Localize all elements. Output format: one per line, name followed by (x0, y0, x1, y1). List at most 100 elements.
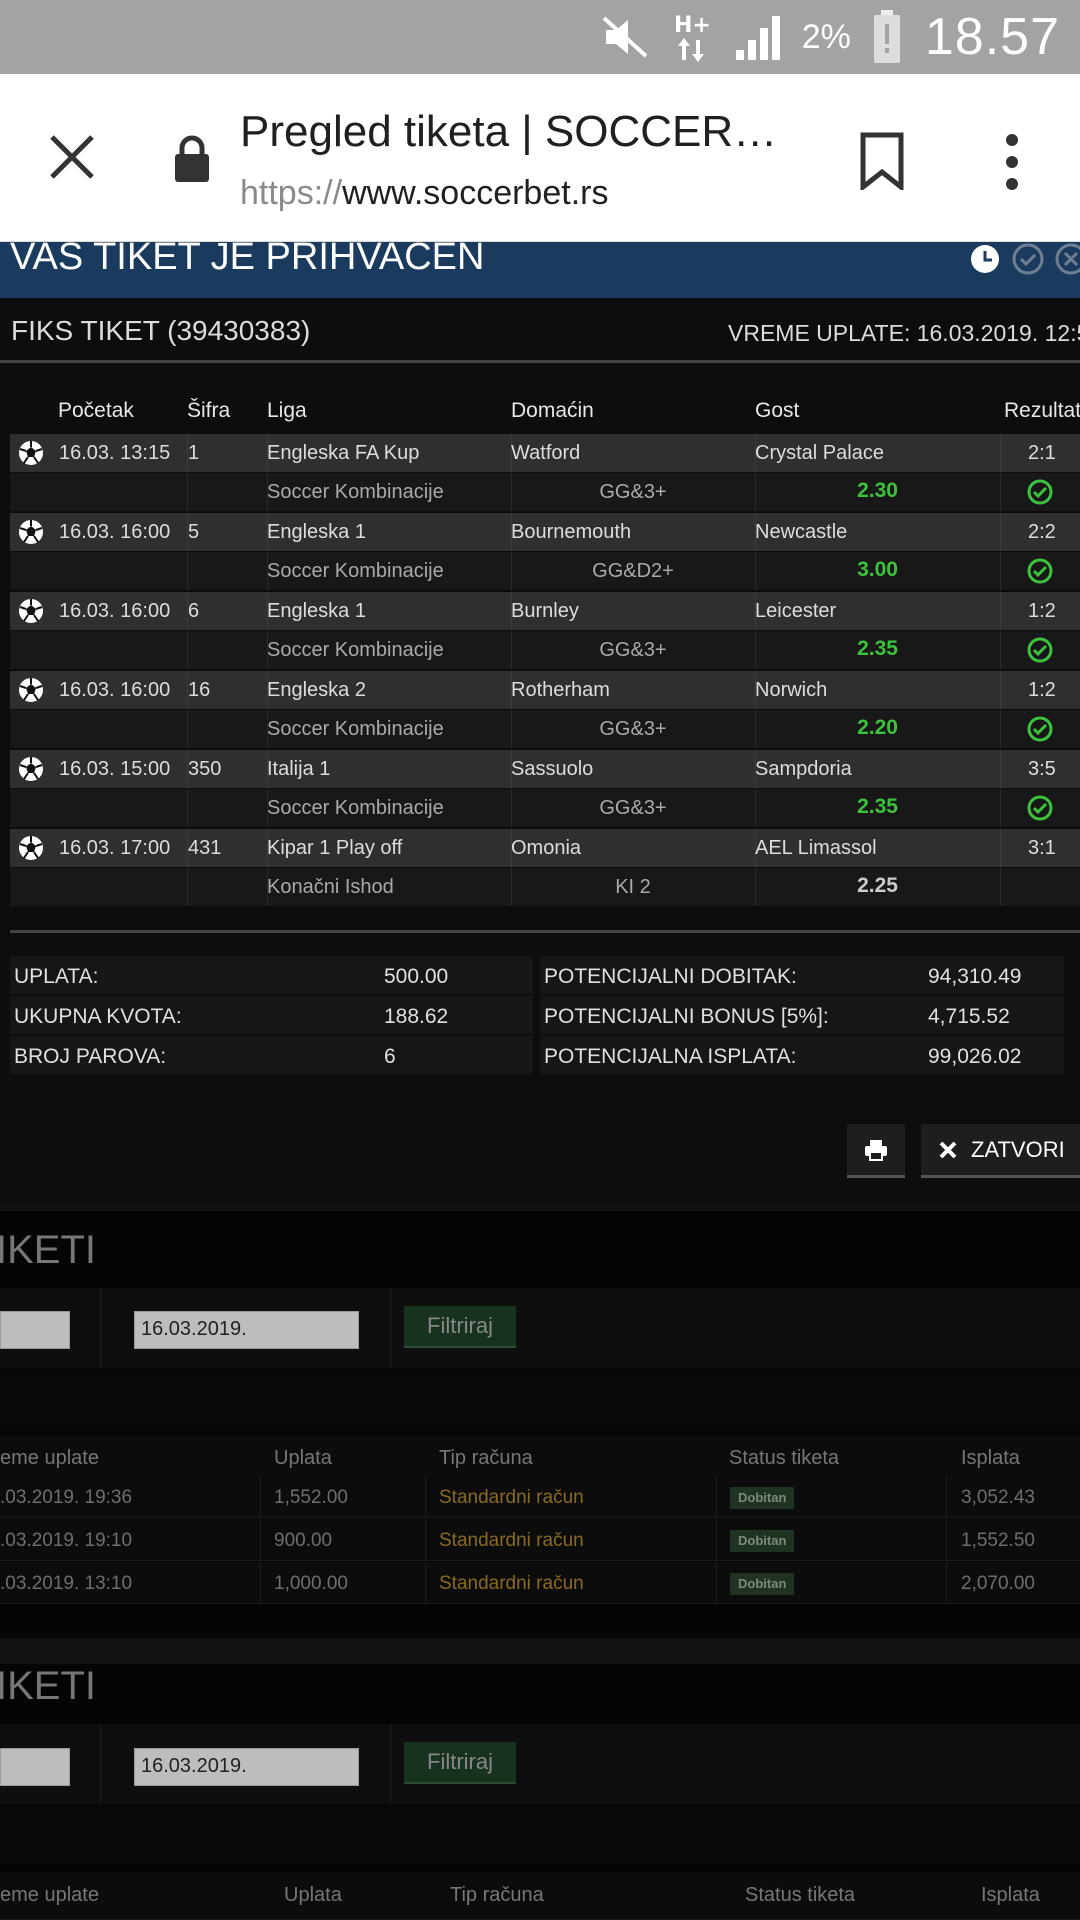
row-type[interactable]: Standardni račun (439, 1530, 584, 1552)
row-type[interactable]: Standardni račun (439, 1573, 584, 1595)
date-to-input-2[interactable]: 16.03.2019. (134, 1748, 359, 1786)
page-divider (0, 1638, 1080, 1664)
match-league: Engleska 2 (267, 679, 366, 701)
match-row: 16.03. 16:00 6 Engleska 1 Burnley Leicester 1… (10, 592, 1080, 630)
market-name: Soccer Kombinacije (267, 797, 444, 819)
summary-value: 6 (384, 1045, 396, 1068)
match-row: 16.03. 17:00 431 Kipar 1 Play off Omonia AEL… (10, 829, 1080, 867)
match-start: 16.03. 13:15 (59, 442, 171, 464)
browser-toolbar: Pregled tiketa | SOCCER… https://www.soc… (0, 74, 1080, 242)
url-bar[interactable]: https://www.soccerbet.rs (240, 174, 608, 213)
summary-value: 188.62 (384, 1005, 449, 1028)
match-away: Norwich (755, 679, 828, 701)
divider (187, 868, 188, 906)
divider (946, 1519, 947, 1560)
match-league: Engleska FA Kup (267, 442, 420, 464)
soccer-ball-icon (18, 519, 44, 545)
pick-name: KI 2 (615, 876, 651, 898)
soccer-ball-icon (18, 756, 44, 782)
match-home: Omonia (511, 837, 582, 859)
col-payout: Isplata (961, 1447, 1020, 1469)
market-name: Soccer Kombinacije (267, 639, 444, 661)
date-from-input[interactable] (0, 1311, 70, 1349)
close-button[interactable]: ZATVORI (921, 1124, 1080, 1178)
spacer (0, 1370, 1080, 1430)
col-payment: Uplata (284, 1884, 342, 1906)
divider (260, 1519, 261, 1560)
match-home: Burnley (511, 600, 579, 622)
page-title[interactable]: Pregled tiketa | SOCCER… (240, 107, 800, 157)
row-type[interactable]: Standardni račun (439, 1487, 584, 1509)
row-time: .03.2019. 19:10 (0, 1530, 133, 1551)
lock-icon[interactable] (172, 134, 212, 184)
summary-label: UKUPNA KVOTA: (14, 1005, 182, 1028)
match-row: 16.03. 16:00 16 Engleska 2 Rotherham Norwich… (10, 671, 1080, 709)
row-payout: 1,552.50 (961, 1530, 1035, 1551)
match-code: 6 (188, 600, 200, 622)
divider (425, 1476, 426, 1517)
summary-label: BROJ PAROVA: (14, 1045, 167, 1068)
close-tab-icon[interactable] (44, 129, 100, 185)
match-row: 16.03. 13:15 1 Engleska FA Kup Watford Cryst… (10, 434, 1080, 472)
divider (1000, 473, 1001, 511)
pick-name: GG&3+ (599, 718, 667, 740)
match-league: Engleska 1 (267, 521, 366, 543)
divider (187, 789, 188, 827)
divider (1000, 434, 1001, 472)
divider (946, 1562, 947, 1603)
history-icon[interactable] (968, 242, 1002, 276)
ticket-list-row[interactable]: .03.2019. 13:10 1,000.00 Standardni račun D… (0, 1562, 1080, 1604)
filter-button-2[interactable]: Filtriraj (404, 1742, 516, 1784)
pick-name: GG&D2+ (592, 560, 674, 582)
close-modal-icon[interactable] (1054, 242, 1080, 276)
overflow-menu-icon[interactable] (992, 132, 1032, 192)
bookmark-icon[interactable] (857, 132, 907, 193)
col-home: Domaćin (511, 399, 594, 422)
market-name: Soccer Kombinacije (267, 560, 444, 582)
divider (100, 1724, 101, 1804)
match-result: 2:2 (1028, 521, 1056, 543)
odds-value: 2.30 (857, 479, 898, 502)
ticket-list-row[interactable]: .03.2019. 19:10 900.00 Standardni račun Dob… (0, 1519, 1080, 1561)
modal-header: VAS TIKET JE PRIHVACEN (0, 242, 1080, 298)
spacer (0, 1804, 1080, 1864)
col-time: eme uplate (0, 1884, 99, 1906)
date-from-input-2[interactable] (0, 1748, 70, 1786)
match-code: 431 (188, 837, 222, 859)
modal-title: VAS TIKET JE PRIHVACEN (10, 242, 485, 278)
market-name: Konačni Ishod (267, 876, 394, 898)
filter-button[interactable]: Filtriraj (404, 1306, 516, 1348)
col-result: Rezultat (1004, 399, 1080, 422)
selection-row: Soccer Kombinacije GG&3+ 2.35 (10, 631, 1080, 669)
match-result: 1:2 (1028, 679, 1056, 701)
match-away: Leicester (755, 600, 837, 622)
ticket-list-header-2: eme uplate Uplata Tip računa Status tike… (0, 1872, 1080, 1920)
divider (946, 1476, 947, 1517)
won-check-icon (1027, 558, 1053, 584)
divider (1000, 710, 1001, 748)
col-payout: Isplata (981, 1884, 1040, 1906)
odds-value: 2.35 (857, 637, 898, 660)
match-league: Kipar 1 Play off (267, 837, 403, 859)
divider (1000, 552, 1001, 590)
col-status: Status tiketa (729, 1447, 840, 1469)
confirm-icon[interactable] (1011, 242, 1045, 276)
ticket-list-row[interactable]: .03.2019. 19:36 1,552.00 Standardni račun D… (0, 1476, 1080, 1518)
summary-row: POTENCIJALNI DOBITAK: 94,310.49 (540, 956, 1064, 994)
date-to-input[interactable]: 16.03.2019. (134, 1311, 359, 1349)
url-host: www.soccerbet.rs (342, 174, 609, 212)
match-home: Watford (511, 442, 581, 464)
battery-icon (873, 10, 901, 64)
close-button-label: ZATVORI (971, 1136, 1065, 1162)
match-home: Sassuolo (511, 758, 594, 780)
match-home: Rotherham (511, 679, 610, 701)
divider (425, 1562, 426, 1603)
print-button[interactable] (847, 1124, 905, 1178)
status-badge: Dobitan (730, 1573, 795, 1595)
divider (187, 552, 188, 590)
divider (1000, 868, 1001, 906)
ticket-id: FIKS TIKET (39430383) (11, 315, 311, 346)
match-away: Newcastle (755, 521, 848, 543)
divider (1000, 750, 1001, 788)
network-hplus-icon: H+ (672, 10, 712, 64)
